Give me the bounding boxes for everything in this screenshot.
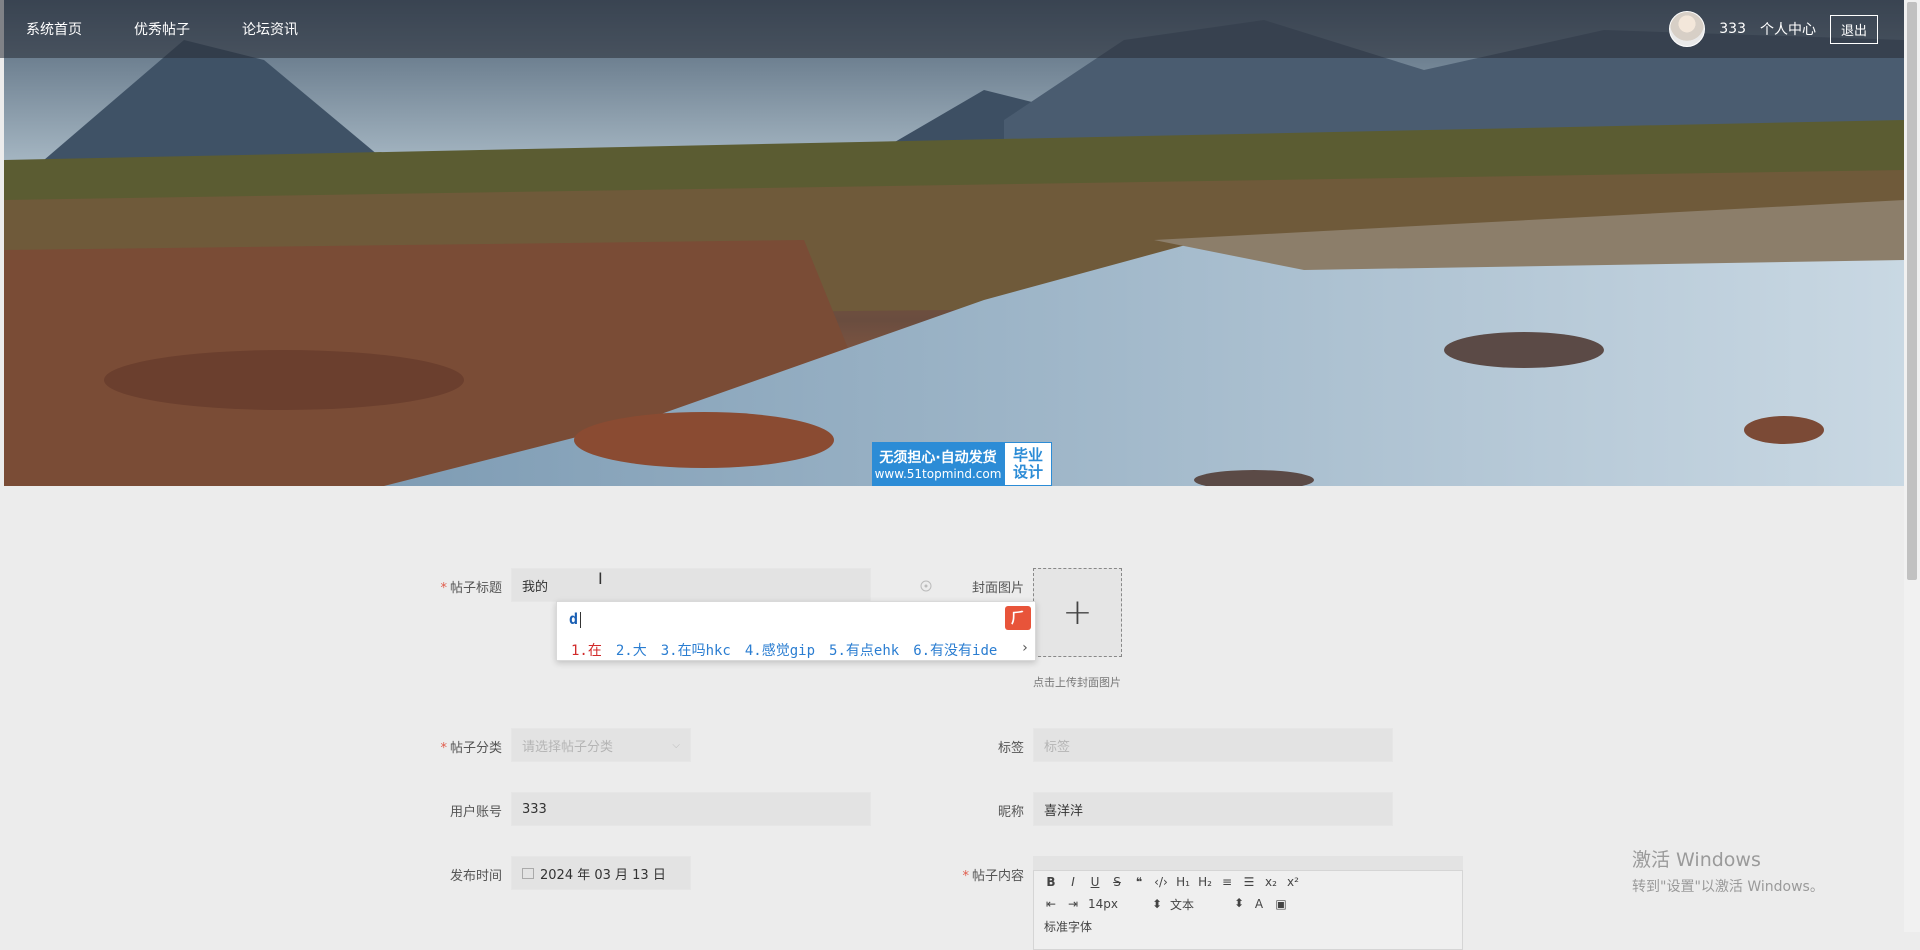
font-size-select[interactable]: 14px ⬍: [1088, 897, 1162, 911]
quote-icon[interactable]: ❝: [1132, 875, 1146, 889]
profile-link[interactable]: 个人中心: [1760, 19, 1816, 39]
indent-icon[interactable]: ⇥: [1066, 897, 1080, 911]
scrollbar-thumb[interactable]: [1907, 2, 1917, 580]
superscript-icon[interactable]: x²: [1286, 875, 1300, 889]
ime-candidate-window: d ⺁ 1.在 2.大 3.在吗hkc 4.感觉gip 5.有点ehk 6.有没…: [556, 601, 1036, 661]
windows-activation-watermark: 激活 Windows 转到"设置"以激活 Windows。: [1632, 845, 1824, 896]
category-label: * 帖子分类: [440, 741, 502, 756]
italic-icon[interactable]: I: [1066, 875, 1080, 889]
editor-toolbar-row-2: ⇤ ⇥ 14px ⬍ 文本 ⬍ A ▣: [1034, 893, 1462, 915]
bullet-list-icon[interactable]: ☰: [1242, 875, 1256, 889]
username: 333: [1719, 21, 1746, 37]
subscript-icon[interactable]: x₂: [1264, 875, 1278, 889]
category-placeholder: 请选择帖子分类: [522, 739, 614, 755]
underline-icon[interactable]: U: [1088, 875, 1102, 889]
text-cursor-icon: I: [598, 569, 603, 588]
ime-composition: d: [569, 610, 581, 628]
title-input[interactable]: 我的: [511, 568, 871, 602]
bold-icon[interactable]: B: [1044, 875, 1058, 889]
account-label: 用户账号: [449, 805, 502, 820]
nickname-label: 昵称: [997, 805, 1024, 820]
windows-watermark-line1: 激活 Windows: [1632, 849, 1761, 871]
ime-logo-icon: ⺁: [1005, 606, 1031, 630]
site-badge-right2: 设计: [1012, 463, 1043, 481]
time-value: 2024 年 03 月 13 日: [540, 867, 666, 883]
landscape-illustration: [4, 0, 1904, 486]
nickname-value: 喜洋洋: [1044, 803, 1084, 819]
hero-banner: 无须担心·自动发货 www.51topmind.com 毕业 设计: [4, 0, 1904, 486]
clear-icon[interactable]: [920, 580, 932, 592]
top-navigation: 系统首页 优秀帖子 论坛资讯 333 个人中心 退出: [0, 0, 1904, 58]
content-editor-top: [1033, 856, 1463, 870]
nav-item-forum-news[interactable]: 论坛资讯: [242, 19, 298, 39]
avatar[interactable]: [1669, 11, 1706, 47]
outdent-icon[interactable]: ⇤: [1044, 897, 1058, 911]
rich-text-editor[interactable]: B I U S ❝ ‹/› H₁ H₂ ≡ ☰ x₂ x² ⇤ ⇥ 14px ⬍ …: [1033, 870, 1463, 950]
title-input-value: 我的: [522, 579, 549, 595]
ime-candidate-2[interactable]: 2.大: [616, 640, 647, 660]
category-select[interactable]: 请选择帖子分类 ⌵: [511, 728, 691, 762]
editor-toolbar-row-3: 标准字体: [1034, 915, 1462, 937]
windows-watermark-line2: 转到"设置"以激活 Windows。: [1632, 879, 1824, 895]
user-area: 333 个人中心 退出: [1669, 0, 1878, 58]
tags-label: 标签: [997, 741, 1024, 756]
nav-item-home[interactable]: 系统首页: [26, 19, 82, 39]
title-label: * 帖子标题: [440, 581, 502, 596]
account-input[interactable]: 333: [511, 792, 871, 826]
tags-placeholder: 标签: [1044, 739, 1071, 755]
ime-candidate-3[interactable]: 3.在吗hkc: [661, 640, 731, 660]
ordered-list-icon[interactable]: ≡: [1220, 875, 1234, 889]
ime-next-page-icon[interactable]: ›: [1021, 640, 1029, 656]
block-type-select[interactable]: 文本 ⬍: [1170, 896, 1244, 913]
code-icon[interactable]: ‹/›: [1154, 875, 1168, 889]
content-label: * 帖子内容: [962, 869, 1024, 884]
nickname-input[interactable]: 喜洋洋: [1033, 792, 1393, 826]
time-input[interactable]: 2024 年 03 月 13 日: [511, 856, 691, 890]
strikethrough-icon[interactable]: S: [1110, 875, 1124, 889]
background-color-icon[interactable]: ▣: [1274, 897, 1288, 911]
ime-candidates: 1.在 2.大 3.在吗hkc 4.感觉gip 5.有点ehk 6.有没有ide: [571, 640, 997, 660]
page-scrollbar[interactable]: [1904, 0, 1920, 932]
nav-item-best-posts[interactable]: 优秀帖子: [134, 19, 190, 39]
site-badge-line1: 无须担心·自动发货: [879, 450, 997, 466]
logout-button[interactable]: 退出: [1829, 14, 1878, 44]
cover-upload-tip: 点击上传封面图片: [1033, 676, 1121, 689]
site-badge-main: 无须担心·自动发货 www.51topmind.com: [872, 442, 1004, 486]
time-label: 发布时间: [449, 869, 502, 884]
font-color-icon[interactable]: A: [1252, 897, 1266, 911]
heading1-icon[interactable]: H₁: [1176, 875, 1190, 889]
heading2-icon[interactable]: H₂: [1198, 875, 1212, 889]
chevron-down-icon: ⌵: [672, 739, 680, 751]
ime-candidate-5[interactable]: 5.有点ehk: [829, 640, 899, 660]
site-badge-line2: www.51topmind.com: [874, 467, 1002, 481]
ime-candidate-1[interactable]: 1.在: [571, 640, 602, 660]
site-badge-right1: 毕业: [1012, 446, 1043, 464]
cover-label: 封面图片: [971, 581, 1024, 596]
site-badge[interactable]: 无须担心·自动发货 www.51topmind.com 毕业 设计: [872, 442, 1052, 486]
cover-upload-button[interactable]: +: [1033, 568, 1122, 657]
ime-candidate-4[interactable]: 4.感觉gip: [745, 640, 815, 660]
editor-toolbar-row-1: B I U S ❝ ‹/› H₁ H₂ ≡ ☰ x₂ x²: [1034, 871, 1462, 893]
ime-candidate-6[interactable]: 6.有没有ide: [913, 640, 997, 660]
site-badge-side: 毕业 设计: [1004, 442, 1052, 486]
calendar-icon: [522, 867, 534, 879]
account-value: 333: [522, 801, 547, 817]
tags-input[interactable]: 标签: [1033, 728, 1393, 762]
